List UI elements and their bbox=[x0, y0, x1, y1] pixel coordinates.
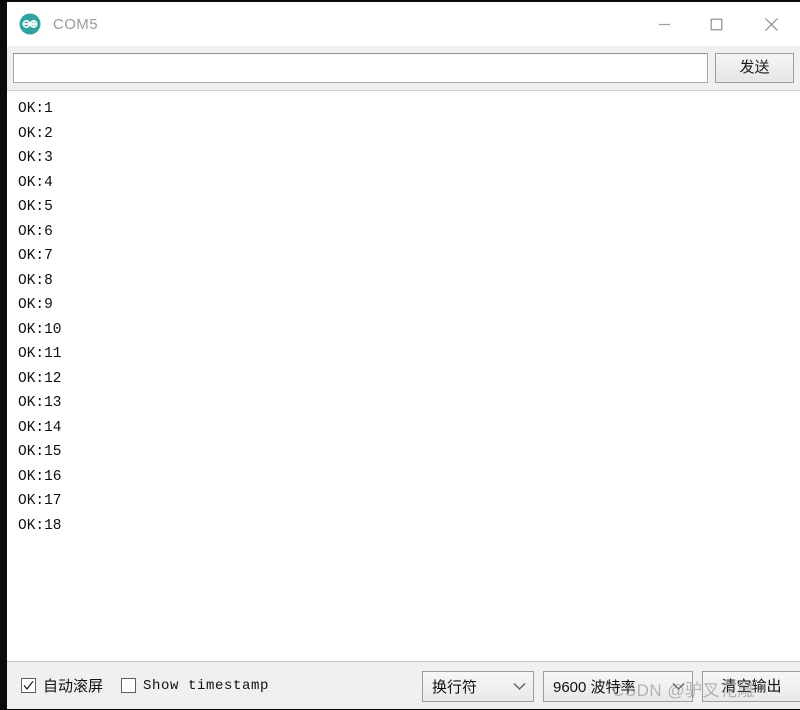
serial-output-line: OK:10 bbox=[18, 321, 62, 338]
autoscroll-checkbox-item[interactable]: 自动滚屏 bbox=[21, 675, 103, 696]
serial-output-line: OK:17 bbox=[18, 493, 62, 509]
window-controls bbox=[638, 2, 800, 46]
serial-output-line: OK:1 bbox=[18, 101, 53, 117]
status-bar: 自动滚屏 Show timestamp 换行符 9600 波特率 清空输出 bbox=[7, 661, 800, 709]
chevron-down-icon bbox=[672, 682, 685, 691]
send-button[interactable]: 发送 bbox=[715, 53, 794, 83]
chevron-down-icon bbox=[513, 682, 526, 691]
timestamp-checkbox[interactable] bbox=[121, 678, 137, 693]
minimize-icon bbox=[658, 18, 671, 31]
serial-output-line: OK:4 bbox=[18, 174, 53, 191]
serial-output-line: OK:7 bbox=[18, 248, 53, 264]
serial-output-line: OK:14 bbox=[18, 419, 62, 436]
serial-output-area[interactable]: OK:1 OK:2 OK:3 OK:4 OK:5 OK:6 OK:7 OK:8 OK:9 OK:1… bbox=[7, 90, 800, 661]
line-ending-value: 换行符 bbox=[432, 678, 478, 696]
close-button[interactable] bbox=[742, 2, 800, 46]
minimize-button[interactable] bbox=[638, 2, 690, 46]
maximize-button[interactable] bbox=[690, 2, 742, 46]
timestamp-label: Show timestamp bbox=[143, 677, 270, 694]
clear-output-button[interactable]: 清空输出 bbox=[702, 670, 800, 702]
serial-output-line: OK:15 bbox=[18, 444, 62, 460]
serial-output-line: OK:18 bbox=[18, 517, 62, 534]
timestamp-checkbox-item[interactable]: Show timestamp bbox=[121, 678, 269, 694]
serial-output-line: OK:8 bbox=[18, 272, 53, 289]
window-title: COM5 bbox=[53, 15, 98, 33]
serial-output-line: OK:3 bbox=[18, 150, 53, 166]
baud-rate-dropdown[interactable]: 9600 波特率 bbox=[543, 670, 693, 702]
arduino-infinity-icon bbox=[19, 13, 41, 35]
serial-output-line: OK:6 bbox=[18, 223, 53, 240]
baud-rate-value: 9600 波特率 bbox=[553, 678, 636, 696]
serial-output-line: OK:13 bbox=[18, 395, 62, 411]
serial-output-line: OK:5 bbox=[18, 199, 53, 215]
serial-monitor-window: COM5 发送 OK:1 OK:2 OK:3 OK:4 OK:5 OK:6 OK… bbox=[0, 0, 800, 709]
maximize-icon bbox=[710, 18, 723, 31]
serial-output-line: OK:2 bbox=[18, 125, 53, 142]
close-icon bbox=[764, 17, 779, 32]
serial-output-line: OK:9 bbox=[18, 297, 53, 313]
serial-output-line: OK:12 bbox=[18, 370, 62, 387]
serial-output-lines: OK:1 OK:2 OK:3 OK:4 OK:5 OK:6 OK:7 OK:8 OK:9 OK:1… bbox=[7, 97, 800, 538]
serial-output-line: OK:11 bbox=[18, 346, 62, 362]
command-input[interactable] bbox=[13, 53, 708, 83]
title-bar: COM5 bbox=[7, 2, 800, 46]
serial-output-line: OK:16 bbox=[18, 468, 62, 485]
status-bar-controls: 换行符 9600 波特率 清空输出 bbox=[422, 662, 800, 710]
autoscroll-label: 自动滚屏 bbox=[43, 678, 104, 695]
send-bar: 发送 bbox=[7, 46, 800, 90]
line-ending-dropdown[interactable]: 换行符 bbox=[422, 670, 534, 702]
autoscroll-checkbox[interactable] bbox=[21, 678, 36, 693]
